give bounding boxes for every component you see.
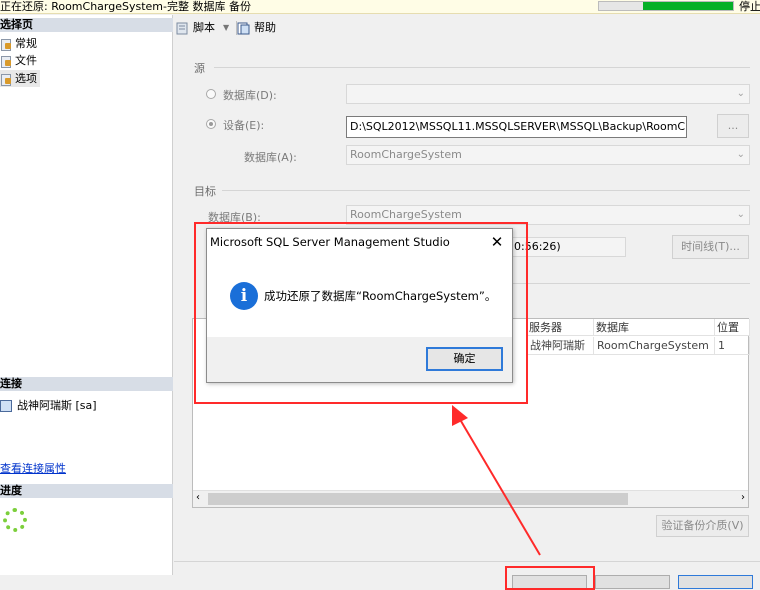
page-label: 常规 xyxy=(15,37,37,50)
timeline-button[interactable]: 时间线(T)... xyxy=(672,235,749,259)
table-cell-server[interactable]: 战神阿瑞斯 xyxy=(527,337,594,355)
target-db-value: RoomChargeSystem xyxy=(350,208,462,221)
toolbar-separator xyxy=(236,21,237,35)
chevron-left-icon[interactable]: ‹ xyxy=(196,492,200,503)
chevron-down-icon: ⌄ xyxy=(736,209,745,220)
browse-device-button[interactable]: ... xyxy=(717,114,749,138)
chevron-down-icon: ⌄ xyxy=(736,88,745,99)
page-icon xyxy=(0,73,12,86)
info-icon: i xyxy=(230,282,258,310)
page-icon xyxy=(0,38,12,51)
annotation-box-ok xyxy=(505,566,595,590)
device-path-field[interactable]: D:\SQL2012\MSSQL11.MSSQLSERVER\MSSQL\Bac… xyxy=(346,116,687,138)
script-label: 脚本 xyxy=(193,21,215,34)
column-header-position[interactable]: 位置 xyxy=(715,319,750,336)
help-icon xyxy=(237,22,250,34)
progress-fill xyxy=(643,2,733,10)
page-item-files[interactable]: 文件 xyxy=(0,52,60,69)
script-icon xyxy=(176,22,188,34)
source-database-label: 数据库(A): xyxy=(244,151,297,164)
dialog-body: i 成功还原了数据库“RoomChargeSystem”。 xyxy=(207,255,512,337)
page-icon xyxy=(0,55,12,68)
chevron-down-icon: ▼ xyxy=(223,23,230,32)
page-item-options[interactable]: 选项 xyxy=(0,70,40,87)
column-header-database[interactable]: 数据库 xyxy=(594,319,715,336)
dialog-title: Microsoft SQL Server Management Studio xyxy=(207,229,512,255)
dialog-ok-button[interactable]: 确定 xyxy=(426,347,503,371)
database-radio[interactable] xyxy=(206,89,216,99)
table-cell-position[interactable]: 1 xyxy=(715,337,750,355)
stop-button[interactable]: 停止 xyxy=(739,0,760,13)
help-label: 帮助 xyxy=(254,21,276,34)
page-item-general[interactable]: 常规 xyxy=(0,35,60,52)
chevron-down-icon: ⌄ xyxy=(736,149,745,160)
source-group-divider xyxy=(214,67,750,68)
device-radio-label: 设备(E): xyxy=(223,119,265,132)
chevron-right-icon[interactable]: › xyxy=(741,492,745,503)
source-db-dropdown[interactable]: RoomChargeSystem ⌄ xyxy=(346,145,750,165)
help-button[interactable]: 帮助 xyxy=(237,20,276,36)
script-button[interactable]: 脚本 ▼ xyxy=(176,20,229,36)
bottom-divider xyxy=(174,561,760,562)
status-text: 正在还原: RoomChargeSystem-完整 数据库 备份 xyxy=(0,0,251,13)
source-database-dropdown[interactable]: ⌄ xyxy=(346,84,750,104)
select-page-header: 选择页 xyxy=(0,18,173,32)
toolbar: 脚本 ▼ 帮助 xyxy=(174,15,760,41)
verify-backup-media-button[interactable]: 验证备份介质(V) xyxy=(656,515,749,537)
column-header-server[interactable]: 服务器 xyxy=(527,319,594,336)
left-pane: 选择页 常规 文件 选项 连接 战神阿瑞斯 [sa] 查看连接属性 进度 xyxy=(0,15,173,575)
message-dialog: Microsoft SQL Server Management Studio ✕… xyxy=(206,228,513,383)
target-group-label: 目标 xyxy=(194,185,216,198)
target-group-divider xyxy=(222,190,750,191)
dialog-message: 成功还原了数据库“RoomChargeSystem”。 xyxy=(264,289,497,303)
restore-progress-bar xyxy=(598,1,734,11)
page-label: 文件 xyxy=(15,54,37,67)
source-db-value: RoomChargeSystem xyxy=(350,148,462,161)
progress-header: 进度 xyxy=(0,484,173,498)
close-icon[interactable]: ✕ xyxy=(488,232,506,252)
database-radio-label: 数据库(D): xyxy=(223,89,277,102)
device-radio[interactable] xyxy=(206,119,216,129)
connection-header: 连接 xyxy=(0,377,173,391)
table-cell-database[interactable]: RoomChargeSystem xyxy=(594,337,715,355)
connection-entry: 战神阿瑞斯 [sa] xyxy=(0,397,170,414)
scrollbar-thumb[interactable] xyxy=(208,493,628,505)
source-group-label: 源 xyxy=(194,62,205,75)
progress-spinner-icon xyxy=(3,508,27,532)
server-connection-icon xyxy=(0,399,12,412)
view-connection-properties-link[interactable]: 查看连接属性 xyxy=(0,460,66,477)
page-label: 选项 xyxy=(15,72,37,85)
annotation-arrow xyxy=(452,405,541,556)
connection-name: 战神阿瑞斯 [sa] xyxy=(17,399,97,412)
